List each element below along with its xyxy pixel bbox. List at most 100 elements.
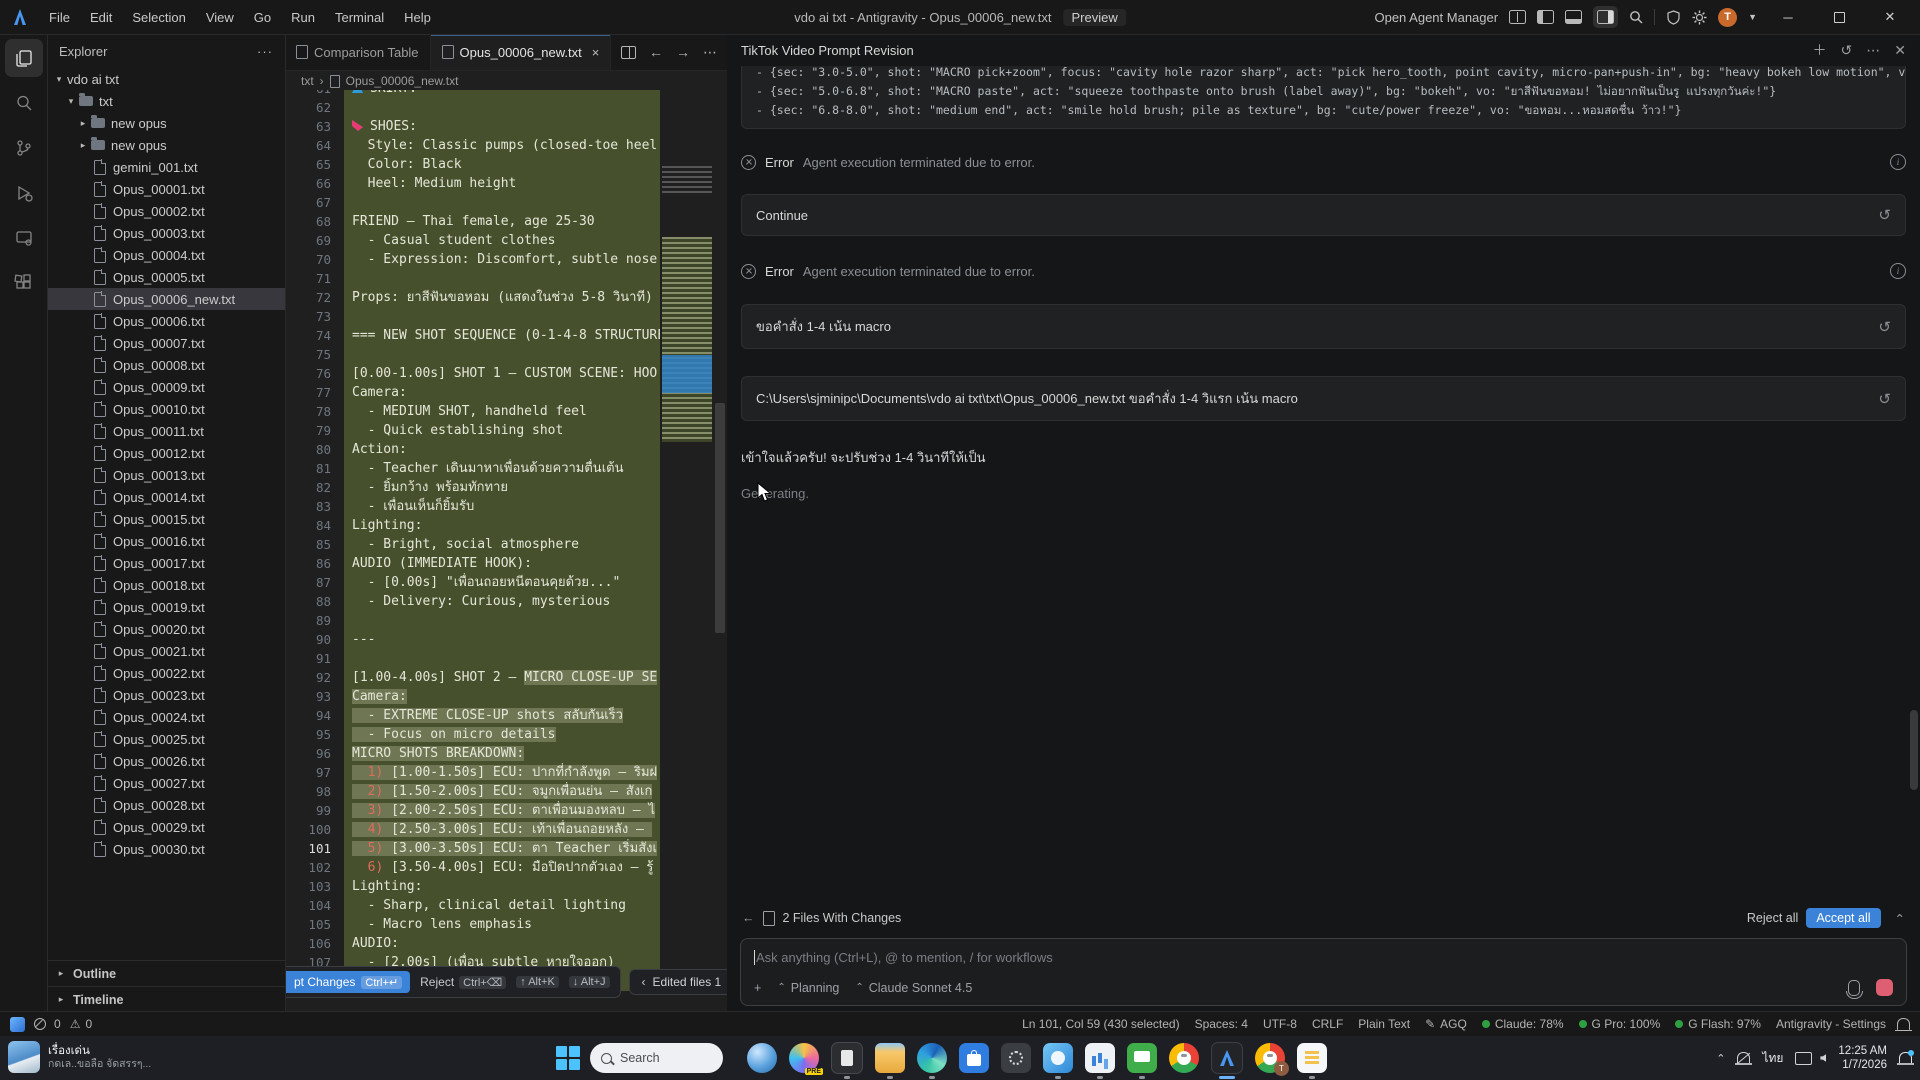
- chrome-taskbar-icon[interactable]: [1169, 1043, 1199, 1073]
- menu-edit[interactable]: Edit: [81, 7, 121, 28]
- avatar[interactable]: T: [1718, 8, 1737, 27]
- breadcrumb-file[interactable]: Opus_00006_new.txt: [346, 74, 459, 88]
- minimize-button[interactable]: ─: [1768, 0, 1808, 34]
- tree-item-opus_00015-txt[interactable]: Opus_00015.txt: [47, 508, 285, 530]
- maximize-button[interactable]: [1819, 0, 1859, 34]
- menu-terminal[interactable]: Terminal: [326, 7, 393, 28]
- open-agent-manager-button[interactable]: Open Agent Manager: [1374, 10, 1498, 25]
- tree-item-opus_00016-txt[interactable]: Opus_00016.txt: [47, 530, 285, 552]
- tree-item-opus_00012-txt[interactable]: Opus_00012.txt: [47, 442, 285, 464]
- weather-taskbar-icon[interactable]: [747, 1043, 777, 1073]
- do-not-disturb-icon[interactable]: [1737, 1052, 1750, 1065]
- user-message[interactable]: C:\Users\sjminipc\Documents\vdo ai txt\t…: [741, 376, 1906, 421]
- editor-line-84[interactable]: 84Lighting:: [285, 516, 660, 535]
- back-icon[interactable]: ←: [649, 44, 663, 60]
- status-settings[interactable]: Antigravity - Settings: [1776, 1017, 1886, 1031]
- tree-item-opus_00002-txt[interactable]: Opus_00002.txt: [47, 200, 285, 222]
- menu-view[interactable]: View: [197, 7, 243, 28]
- menu-run[interactable]: Run: [282, 7, 324, 28]
- tree-item-txt[interactable]: ▾txt: [47, 90, 285, 112]
- attach-icon[interactable]: +: [754, 981, 761, 995]
- breadcrumb[interactable]: txt › Opus_00006_new.txt: [285, 71, 727, 91]
- panel-close-icon[interactable]: ✕: [1894, 42, 1906, 59]
- shield-icon[interactable]: [1666, 10, 1681, 25]
- search-icon[interactable]: [5, 84, 43, 122]
- notes-taskbar-icon[interactable]: [1297, 1043, 1327, 1073]
- remote-explorer-icon[interactable]: [5, 219, 43, 257]
- tab-comparison-table[interactable]: Comparison Table: [285, 34, 431, 70]
- user-message[interactable]: Continue↺: [741, 194, 1906, 236]
- edge-taskbar-icon[interactable]: [917, 1043, 947, 1073]
- editor-line-88[interactable]: 88 - Delivery: Curious, mysterious: [285, 592, 660, 611]
- tree-item-opus_00014-txt[interactable]: Opus_00014.txt: [47, 486, 285, 508]
- history-icon[interactable]: ↺: [1841, 42, 1853, 59]
- microphone-icon[interactable]: [1848, 980, 1860, 996]
- menu-selection[interactable]: Selection: [123, 7, 194, 28]
- status-eol[interactable]: CRLF: [1312, 1017, 1343, 1031]
- panel-bottom-icon[interactable]: [1565, 10, 1582, 24]
- editor-line-63[interactable]: 63SHOES:: [285, 117, 660, 136]
- info-icon[interactable]: i: [1890, 263, 1906, 279]
- start-button[interactable]: [556, 1046, 580, 1070]
- editor-line-104[interactable]: 104 - Sharp, clinical detail lighting: [285, 896, 660, 915]
- tree-item-opus_00001-txt[interactable]: Opus_00001.txt: [47, 178, 285, 200]
- tree-item-opus_00013-txt[interactable]: Opus_00013.txt: [47, 464, 285, 486]
- editor-line-68[interactable]: 68FRIEND — Thai female, age 25-30: [285, 212, 660, 231]
- extensions-icon[interactable]: [5, 264, 43, 302]
- monitor-taskbar-icon[interactable]: [1085, 1043, 1115, 1073]
- prev-file-icon[interactable]: ←: [742, 911, 755, 925]
- search-icon[interactable]: [1629, 10, 1643, 24]
- tree-item-opus_00011-txt[interactable]: Opus_00011.txt: [47, 420, 285, 442]
- photos-taskbar-icon[interactable]: [1043, 1043, 1073, 1073]
- status-gpro-quota[interactable]: G Pro: 100%: [1579, 1017, 1661, 1031]
- tree-item-opus_00008-txt[interactable]: Opus_00008.txt: [47, 354, 285, 376]
- settings-taskbar-icon[interactable]: [1001, 1043, 1031, 1073]
- tree-item-opus_00007-txt[interactable]: Opus_00007.txt: [47, 332, 285, 354]
- editor-line-76[interactable]: 76[0.00-1.00s] SHOT 1 — CUSTOM SCENE: HO…: [285, 364, 660, 383]
- taskbar-search[interactable]: Search: [590, 1043, 723, 1073]
- problems-indicator[interactable]: 0 ⚠0: [34, 1017, 92, 1031]
- editor-line-96[interactable]: 96MICRO SHOTS BREAKDOWN:: [285, 744, 660, 763]
- tree-item-opus_00020-txt[interactable]: Opus_00020.txt: [47, 618, 285, 640]
- editor-line-67[interactable]: 67: [285, 193, 660, 212]
- editor-line-65[interactable]: 65 Color: Black: [285, 155, 660, 174]
- tree-item-opus_00009-txt[interactable]: Opus_00009.txt: [47, 376, 285, 398]
- explorer-icon[interactable]: [5, 39, 43, 77]
- editor-line-92[interactable]: 92[1.00-4.00s] SHOT 2 — MICRO CLOSE-UP S…: [285, 668, 660, 687]
- code-area[interactable]: 61SKIRT:6263SHOES:64 Style: Classic pump…: [285, 90, 727, 1012]
- editor-line-105[interactable]: 105 - Macro lens emphasis: [285, 915, 660, 934]
- editor-line-81[interactable]: 81 - Teacher เดินมาหาเพื่อนด้วยความตื่นเ…: [285, 459, 660, 478]
- language-indicator[interactable]: ไทย: [1762, 1049, 1783, 1068]
- editor-line-100[interactable]: 100 4) [2.50-3.00s] ECU: เท้าเพื่อนถอยหล…: [285, 820, 660, 839]
- forward-icon[interactable]: →: [676, 44, 690, 60]
- tree-item-new-opus[interactable]: ▸new opus: [47, 134, 285, 156]
- conversation-body[interactable]: - {sec: "3.0-5.0", shot: "MACRO pick+zoo…: [727, 66, 1920, 904]
- editor-line-74[interactable]: 74=== NEW SHOT SEQUENCE (0-1-4-8 STRUCTU…: [285, 326, 660, 345]
- source-control-icon[interactable]: [5, 129, 43, 167]
- editor-line-89[interactable]: 89: [285, 611, 660, 630]
- tab-opus-00006-new[interactable]: Opus_00006_new.txt ×: [431, 34, 612, 70]
- editor-line-73[interactable]: 73: [285, 307, 660, 326]
- editor-line-61[interactable]: 61SKIRT:: [285, 90, 660, 98]
- minimap[interactable]: [662, 128, 712, 1012]
- volume-icon[interactable]: [1820, 1054, 1826, 1062]
- edited-files-pill[interactable]: ‹ Edited files 1: [629, 969, 728, 995]
- accept-all-button[interactable]: Accept all: [1806, 908, 1880, 928]
- status-indentation[interactable]: Spaces: 4: [1195, 1017, 1248, 1031]
- tree-item-opus_00004-txt[interactable]: Opus_00004.txt: [47, 244, 285, 266]
- status-agq[interactable]: ✎AGQ: [1425, 1017, 1467, 1031]
- menu-file[interactable]: File: [40, 7, 79, 28]
- explorer-more-icon[interactable]: ···: [257, 44, 273, 59]
- editor-line-101[interactable]: 101 5) [3.00-3.50s] ECU: ตา Teacher เริ่…: [285, 839, 660, 858]
- editor-line-64[interactable]: 64 Style: Classic pumps (closed-toe heel: [285, 136, 660, 155]
- tree-item-opus_00029-txt[interactable]: Opus_00029.txt: [47, 816, 285, 838]
- model-selector[interactable]: ⌃Claude Sonnet 4.5: [855, 981, 972, 995]
- tree-item-opus_00019-txt[interactable]: Opus_00019.txt: [47, 596, 285, 618]
- editor-line-83[interactable]: 83 - เพื่อนเห็นก็ยิ้มรับ: [285, 497, 660, 516]
- chat-input[interactable]: Ask anything (Ctrl+L), @ to mention, / f…: [740, 938, 1907, 1006]
- panel-right-toggle[interactable]: [1593, 6, 1618, 28]
- retry-icon[interactable]: ↺: [1878, 390, 1891, 408]
- notification-center-icon[interactable]: [1899, 1052, 1912, 1065]
- timeline-section[interactable]: ▸Timeline: [47, 986, 285, 1012]
- tree-item-opus_00021-txt[interactable]: Opus_00021.txt: [47, 640, 285, 662]
